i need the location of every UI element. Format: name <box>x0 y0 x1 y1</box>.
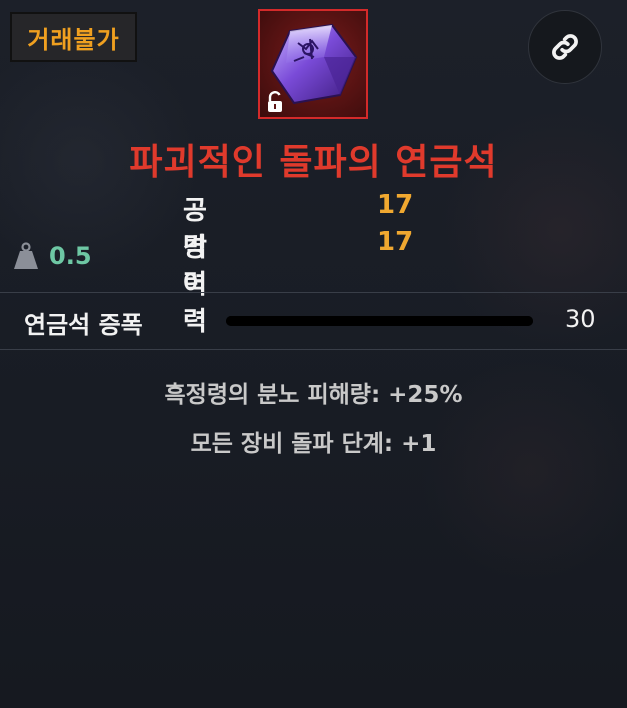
untradeable-badge: 거래불가 <box>10 12 137 62</box>
item-tooltip-panel: 거래불가 파괴적인 돌파의 연금석 공격력 17 방어력 17 0.5 연금석 … <box>0 0 627 708</box>
effect-line: 흑정령의 분노 피해량: +25% <box>164 382 463 408</box>
amplification-bar <box>226 316 533 326</box>
link-icon <box>552 34 578 60</box>
item-name: 파괴적인 돌파의 연금석 <box>129 142 498 183</box>
item-weight: 0.5 <box>13 238 92 274</box>
stat-value: 17 <box>377 190 414 220</box>
weight-value: 0.5 <box>49 242 92 270</box>
weight-icon <box>14 242 38 269</box>
lock-icon <box>268 91 282 112</box>
amplification-value: 30 <box>565 305 596 333</box>
stat-label: 방어력 <box>183 233 207 337</box>
divider <box>0 349 627 350</box>
link-button[interactable] <box>528 10 602 84</box>
stat-value: 17 <box>377 227 414 257</box>
divider <box>0 292 627 293</box>
amplification-label: 연금석 증폭 <box>24 311 143 339</box>
item-icon-frame[interactable] <box>258 9 368 119</box>
amplification-bar-fill <box>226 316 533 326</box>
effect-line: 모든 장비 돌파 단계: +1 <box>190 431 437 457</box>
